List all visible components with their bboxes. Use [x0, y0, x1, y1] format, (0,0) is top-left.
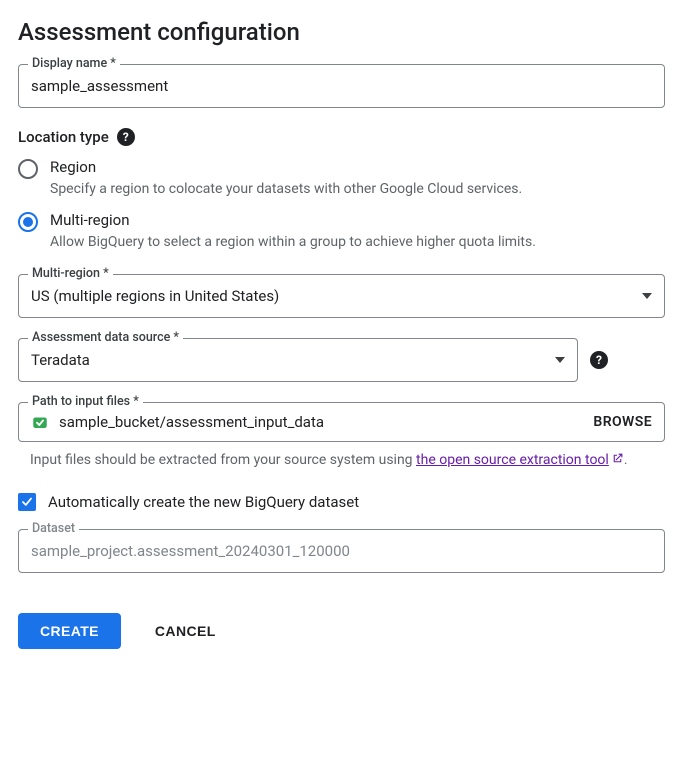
location-type-row: Location type ? — [18, 128, 665, 146]
radio-region[interactable]: Region Specify a region to colocate your… — [18, 158, 665, 197]
action-row: CREATE CANCEL — [18, 613, 665, 649]
radio-region-indicator — [18, 159, 38, 179]
create-button[interactable]: CREATE — [18, 613, 121, 649]
radio-multiregion-indicator — [18, 212, 38, 232]
multi-region-select[interactable]: US (multiple regions in United States) — [18, 274, 665, 318]
auto-create-checkbox[interactable]: Automatically create the new BigQuery da… — [18, 493, 665, 511]
input-path-helper: Input files should be extracted from you… — [30, 450, 665, 471]
help-icon[interactable]: ? — [590, 351, 608, 369]
radio-region-title: Region — [50, 158, 96, 176]
chevron-down-icon — [555, 357, 565, 363]
cancel-button[interactable]: CANCEL — [149, 622, 222, 640]
page-title: Assessment configuration — [18, 18, 665, 46]
multi-region-field: Multi-region * US (multiple regions in U… — [18, 274, 665, 318]
radio-multiregion-desc: Allow BigQuery to select a region within… — [50, 234, 665, 250]
multi-region-value: US (multiple regions in United States) — [31, 287, 279, 305]
radio-multiregion-title: Multi-region — [50, 211, 130, 229]
chevron-down-icon — [642, 293, 652, 299]
input-path-value: sample_bucket/assessment_input_data — [59, 413, 583, 431]
radio-multiregion[interactable]: Multi-region Allow BigQuery to select a … — [18, 211, 665, 250]
display-name-field: Display name * sample_assessment — [18, 64, 665, 108]
auto-create-label: Automatically create the new BigQuery da… — [48, 493, 359, 511]
location-type-label: Location type — [18, 128, 109, 146]
input-path-label: Path to input files * — [28, 394, 143, 409]
extraction-tool-link[interactable]: the open source extraction tool — [416, 452, 624, 468]
radio-region-desc: Specify a region to colocate your datase… — [50, 181, 665, 197]
dataset-field: Dataset sample_project.assessment_202403… — [18, 529, 665, 573]
browse-button[interactable]: BROWSE — [593, 414, 652, 430]
data-source-field: Assessment data source * Teradata ? — [18, 338, 608, 382]
dataset-label: Dataset — [28, 521, 79, 536]
input-path-field: Path to input files * sample_bucket/asse… — [18, 402, 665, 442]
data-source-value: Teradata — [31, 351, 90, 369]
external-link-icon — [611, 452, 624, 465]
bucket-icon — [31, 413, 49, 431]
display-name-label: Display name * — [28, 56, 120, 71]
multi-region-label: Multi-region * — [28, 266, 113, 281]
help-icon[interactable]: ? — [117, 128, 135, 146]
data-source-label: Assessment data source * — [28, 330, 183, 345]
checkbox-checked-icon — [18, 493, 36, 511]
dataset-input: sample_project.assessment_20240301_12000… — [18, 529, 665, 573]
